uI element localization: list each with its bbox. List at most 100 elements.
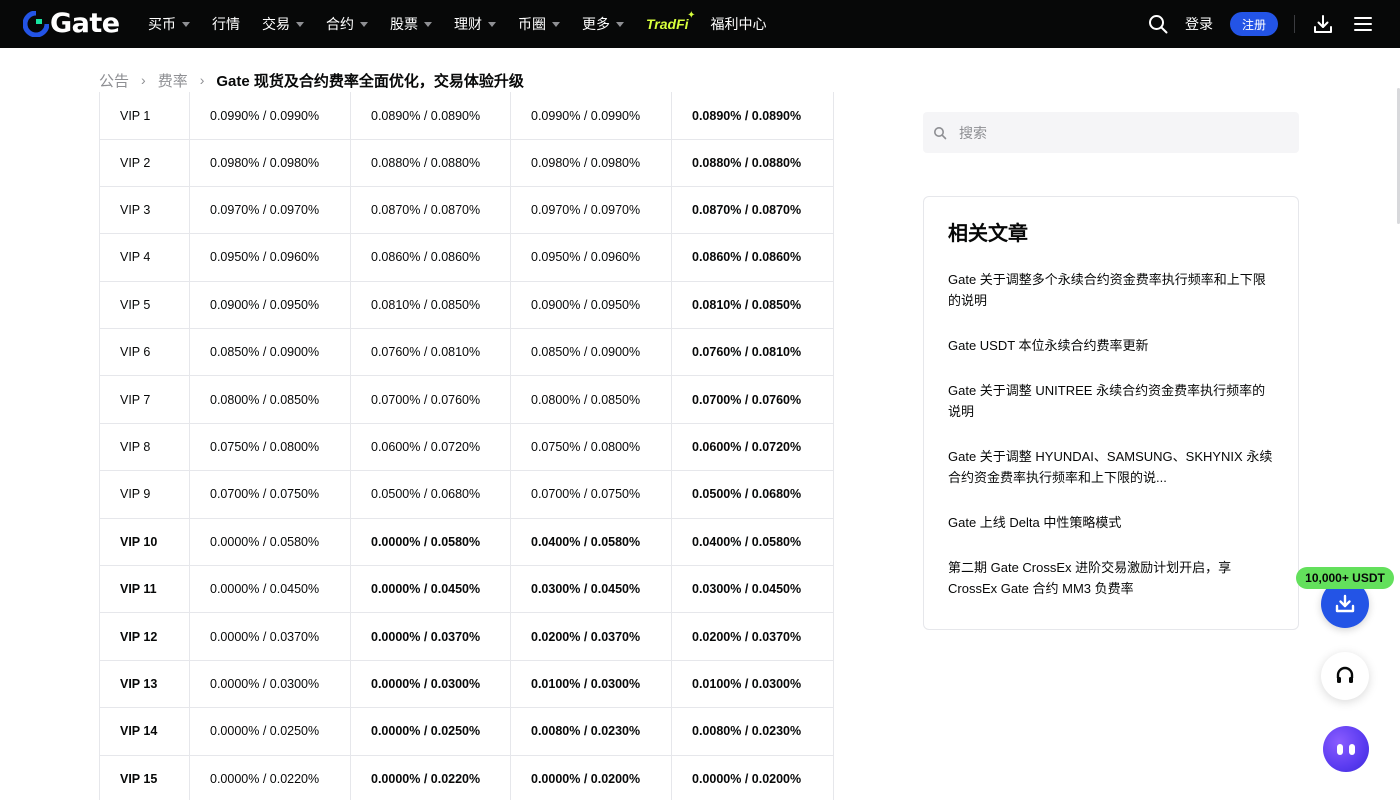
nav-label: 理财 xyxy=(454,16,482,32)
related-article-link[interactable]: 第二期 Gate CrossEx 进阶交易激励计划开启，享 CrossEx Ga… xyxy=(948,557,1276,599)
nav-item-trade[interactable]: 交易 xyxy=(262,0,304,48)
vip-level-cell: VIP 6 xyxy=(99,328,190,377)
download-icon[interactable] xyxy=(1312,13,1334,35)
vip-level-cell: VIP 1 xyxy=(99,92,190,140)
related-article-link[interactable]: Gate 关于调整 UNITREE 永续合约资金费率执行频率的说明 xyxy=(948,380,1276,422)
fee-table-row: VIP 11 0.0000% / 0.0450% 0.0000% / 0.0450%… xyxy=(99,565,834,614)
fee-table-row: VIP 2 0.0980% / 0.0980% 0.0880% / 0.0880% 0… xyxy=(99,138,834,187)
fee-rate-cell: 0.0900% / 0.0950% xyxy=(510,280,672,330)
nav-item-rewards-center[interactable]: 福利中心 xyxy=(711,0,767,48)
fee-rate-cell: 0.0860% / 0.0860% xyxy=(350,233,511,282)
fee-rate-cell: 0.0880% / 0.0880% xyxy=(350,138,511,187)
fee-rate-cell: 0.0860% / 0.0860% xyxy=(671,233,834,282)
sparkle-icon: ✦ xyxy=(687,10,696,21)
fee-table-row: VIP 15 0.0000% / 0.0220% 0.0000% / 0.0220%… xyxy=(99,754,834,800)
nav-item-tradfi[interactable]: TradFi ✦ xyxy=(646,10,696,32)
fee-rate-cell: 0.0000% / 0.0220% xyxy=(189,754,351,800)
vip-level-cell: VIP 15 xyxy=(99,754,190,800)
fee-rate-cell: 0.0000% / 0.0250% xyxy=(350,707,511,756)
gate-logo[interactable]: Gate xyxy=(23,8,120,39)
fee-rate-cell: 0.0080% / 0.0230% xyxy=(510,707,672,756)
nav-label: 股票 xyxy=(390,16,418,32)
fee-rate-cell: 0.0980% / 0.0980% xyxy=(189,138,351,187)
nav-item-more[interactable]: 更多 xyxy=(582,0,624,48)
login-link[interactable]: 登录 xyxy=(1185,14,1213,34)
gate-logo-icon xyxy=(23,11,49,37)
nav-item-markets[interactable]: 行情 xyxy=(212,0,240,48)
caret-down-icon xyxy=(182,21,190,27)
fee-rate-cell: 0.0880% / 0.0880% xyxy=(671,138,834,187)
fee-rate-cell: 0.0000% / 0.0450% xyxy=(189,565,351,614)
related-articles-title: 相关文章 xyxy=(948,223,1028,245)
search-icon[interactable] xyxy=(1147,13,1169,35)
signup-button[interactable]: 注册 xyxy=(1230,12,1278,36)
related-article-link[interactable]: Gate 关于调整 HYUNDAI、SAMSUNG、SKHYNIX 永续合约资金… xyxy=(948,446,1276,488)
fee-rate-cell: 0.0200% / 0.0370% xyxy=(671,612,834,661)
support-headset-icon xyxy=(1336,666,1354,683)
fee-table-row: VIP 6 0.0850% / 0.0900% 0.0760% / 0.0810% 0… xyxy=(99,328,834,377)
fee-rate-cell: 0.0000% / 0.0300% xyxy=(350,659,511,709)
related-article-link[interactable]: Gate 上线 Delta 中性策略模式 xyxy=(948,512,1276,533)
caret-down-icon xyxy=(488,21,496,27)
fee-rate-cell: 0.0890% / 0.0890% xyxy=(350,92,511,140)
fee-table-container: VIP 1 0.0990% / 0.0990% 0.0890% / 0.0890% 0… xyxy=(99,92,834,800)
top-navigation-bar: Gate 买币 行情 交易 合约 股票 理财 币圈 更多 TradFi ✦ 福利中… xyxy=(0,0,1400,48)
fee-rate-cell: 0.0200% / 0.0370% xyxy=(510,612,672,661)
fee-rate-cell: 0.0000% / 0.0200% xyxy=(510,754,672,800)
caret-down-icon xyxy=(360,21,368,27)
nav-item-community[interactable]: 币圈 xyxy=(518,0,560,48)
fee-rate-cell: 0.0760% / 0.0810% xyxy=(350,328,511,377)
fee-rate-cell: 0.0000% / 0.0220% xyxy=(350,754,511,800)
promo-badge[interactable]: 10,000+ USDT xyxy=(1296,567,1394,589)
vip-level-cell: VIP 14 xyxy=(99,707,190,756)
vip-level-cell: VIP 2 xyxy=(99,138,190,187)
fee-rate-cell: 0.0810% / 0.0850% xyxy=(350,280,511,330)
fee-table-row: VIP 3 0.0970% / 0.0970% 0.0870% / 0.0870% 0… xyxy=(99,185,834,235)
breadcrumb-announcements[interactable]: 公告 xyxy=(99,70,129,91)
article-search-box xyxy=(923,112,1299,153)
vip-level-cell: VIP 8 xyxy=(99,422,190,472)
fee-rate-cell: 0.0600% / 0.0720% xyxy=(350,422,511,472)
fee-rate-cell: 0.0000% / 0.0300% xyxy=(189,659,351,709)
nav-item-futures[interactable]: 合约 xyxy=(326,0,368,48)
nav-item-stocks[interactable]: 股票 xyxy=(390,0,432,48)
search-icon xyxy=(934,126,947,139)
tradfi-label: TradFi xyxy=(646,16,689,32)
fee-rate-cell: 0.0870% / 0.0870% xyxy=(671,185,834,235)
ai-assistant-button[interactable] xyxy=(1323,726,1369,772)
vip-level-cell: VIP 3 xyxy=(99,185,190,235)
fee-rate-cell: 0.0000% / 0.0370% xyxy=(189,612,351,661)
logo-text: Gate xyxy=(50,8,120,39)
nav-item-earn[interactable]: 理财 xyxy=(454,0,496,48)
related-article-link[interactable]: Gate USDT 本位永续合约费率更新 xyxy=(948,335,1276,356)
fee-rate-cell: 0.0080% / 0.0230% xyxy=(671,707,834,756)
menu-icon[interactable] xyxy=(1353,14,1373,34)
fee-rate-cell: 0.0760% / 0.0810% xyxy=(671,328,834,377)
fee-rate-cell: 0.0990% / 0.0990% xyxy=(189,92,351,140)
fee-rate-cell: 0.0990% / 0.0990% xyxy=(510,92,672,140)
related-articles-panel: 相关文章 Gate 关于调整多个永续合约资金费率执行频率和上下限的说明 Gate… xyxy=(923,196,1299,630)
fee-rate-cell: 0.0400% / 0.0580% xyxy=(510,517,672,567)
fee-rate-cell: 0.0000% / 0.0200% xyxy=(671,754,834,800)
breadcrumb-fees[interactable]: 费率 xyxy=(158,70,188,91)
bot-eye xyxy=(1349,743,1355,755)
nav-item-buy-crypto[interactable]: 买币 xyxy=(148,0,190,48)
main-nav: 买币 行情 交易 合约 股票 理财 币圈 更多 TradFi ✦ 福利中心 xyxy=(148,0,789,48)
fee-rate-cell: 0.0850% / 0.0900% xyxy=(189,328,351,377)
vip-level-cell: VIP 12 xyxy=(99,612,190,661)
related-articles-list: Gate 关于调整多个永续合约资金费率执行频率和上下限的说明 Gate USDT… xyxy=(948,269,1276,623)
fee-rate-cell: 0.0600% / 0.0720% xyxy=(671,422,834,472)
related-article-link[interactable]: Gate 关于调整多个永续合约资金费率执行频率和上下限的说明 xyxy=(948,269,1276,311)
vip-level-cell: VIP 11 xyxy=(99,565,190,614)
fee-rate-cell: 0.0100% / 0.0300% xyxy=(510,659,672,709)
fee-rate-cell: 0.0700% / 0.0760% xyxy=(350,375,511,424)
chevron-right-icon: › xyxy=(199,72,205,88)
fee-rate-cell: 0.0850% / 0.0900% xyxy=(510,328,672,377)
fee-rate-cell: 0.0700% / 0.0750% xyxy=(510,470,672,519)
fee-table-row: VIP 7 0.0800% / 0.0850% 0.0700% / 0.0760% 0… xyxy=(99,375,834,424)
support-button[interactable] xyxy=(1321,652,1369,700)
article-search-input[interactable] xyxy=(959,124,1279,141)
nav-label: 合约 xyxy=(326,16,354,32)
fee-rate-cell: 0.0700% / 0.0750% xyxy=(189,470,351,519)
fee-rate-cell: 0.0000% / 0.0250% xyxy=(189,707,351,756)
